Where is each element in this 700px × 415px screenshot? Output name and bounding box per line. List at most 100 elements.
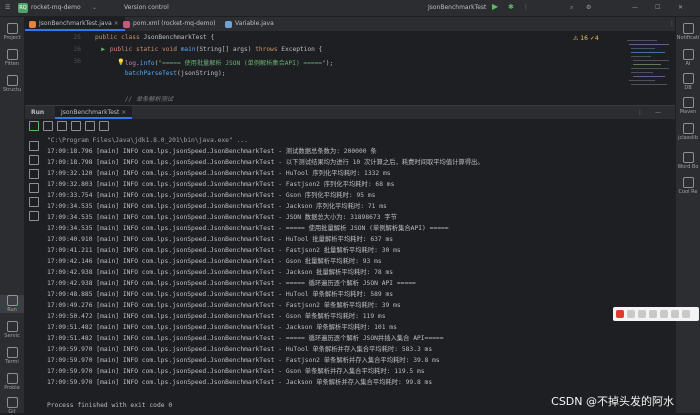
tool-window-run[interactable]: Run — [0, 295, 24, 313]
debug-icon[interactable]: ✱ — [508, 3, 514, 11]
tab-variable-java[interactable]: Variable.java — [221, 17, 280, 31]
log-line: 17:09:59.970 [main] INFO com.lps.jsonSpe… — [47, 346, 433, 353]
log-line: 17:09:50.472 [main] INFO com.lps.jsonSpe… — [47, 313, 386, 320]
log-line: 17:09:18.798 [main] INFO com.lps.jsonSpe… — [47, 159, 484, 166]
ime-voice-icon[interactable] — [649, 310, 657, 318]
arrow-up-icon[interactable] — [29, 141, 39, 151]
structure-icon — [6, 75, 18, 86]
right-tool-strip: Notificati AI DB Maven jclasslib Word Bo… — [675, 17, 700, 413]
run-icon[interactable]: ▶ — [492, 2, 498, 11]
more-icon[interactable] — [99, 121, 109, 131]
left-tool-strip: Project Fitten Structu Run Servic Termi … — [0, 17, 25, 415]
log-line: 17:09:51.482 [main] INFO com.lps.jsonSpe… — [47, 335, 444, 342]
log-line: 17:09:51.482 [main] INFO com.lps.jsonSpe… — [47, 324, 397, 331]
pin-icon[interactable] — [85, 121, 95, 131]
ime-menu-icon[interactable] — [682, 310, 690, 318]
log-line: 17:09:33.754 [main] INFO com.lps.jsonSpe… — [47, 192, 376, 199]
tool-window-ai[interactable]: AI — [676, 49, 700, 67]
request-icon — [682, 177, 694, 188]
vcs-widget[interactable]: Version control — [124, 4, 169, 11]
run-panel-title: Run — [31, 109, 45, 116]
log-line: 17:09:34.535 [main] INFO com.lps.jsonSpe… — [47, 214, 397, 221]
services-icon — [6, 321, 18, 332]
scroll-to-end-icon[interactable] — [29, 183, 39, 193]
tool-window-jclasslib[interactable]: jclasslib — [676, 123, 700, 141]
gear-icon[interactable]: ⚙ — [586, 4, 591, 11]
chevron-down-icon: ⌄ — [92, 4, 98, 11]
arrow-down-icon[interactable] — [29, 155, 39, 165]
maven-icon — [682, 97, 694, 108]
log-line: 17:09:40.910 [main] INFO com.lps.jsonSpe… — [47, 236, 394, 243]
tool-window-maven[interactable]: Maven — [676, 97, 700, 115]
print-icon[interactable] — [29, 197, 39, 207]
code-line: log.info("===== 使用批量解析 JSON (单例解析集合API) … — [124, 60, 334, 67]
minimize-button[interactable]: — — [632, 4, 638, 11]
project-badge: RQ — [18, 3, 28, 13]
log-line: 17:09:59.970 [main] INFO com.lps.jsonSpe… — [47, 368, 425, 375]
ime-toolbar[interactable] — [613, 307, 699, 321]
log-line: 17:09:34.535 [main] INFO com.lps.jsonSpe… — [47, 225, 449, 232]
search-icon[interactable]: ⌕ — [570, 4, 573, 12]
tool-window-cool-request[interactable]: Cool Re — [676, 177, 700, 195]
ime-emoji-icon[interactable] — [638, 310, 646, 318]
line-number: 36 — [73, 58, 81, 65]
exit-icon[interactable] — [71, 121, 81, 131]
tool-window-git[interactable]: Git — [0, 397, 24, 415]
code-line: public class JsonBenchmarkTest { — [95, 34, 215, 41]
tool-window-word-book[interactable]: Word Bo — [676, 152, 700, 170]
log-line: 17:09:48.885 [main] INFO com.lps.jsonSpe… — [47, 291, 394, 298]
run-toolbar — [25, 119, 675, 131]
ime-skin-icon[interactable] — [671, 310, 679, 318]
tool-window-services[interactable]: Servic — [0, 321, 24, 339]
log-line: 17:09:49.276 [main] INFO com.lps.jsonSpe… — [47, 302, 401, 309]
console-side-toolbar — [25, 131, 41, 413]
tab-pom-xml[interactable]: pom.xml (rocket-mq-demo) — [119, 17, 222, 31]
minimize-panel-icon[interactable]: — — [655, 106, 661, 119]
code-minimap[interactable] — [625, 36, 673, 100]
run-config-selector[interactable]: JsonBenchmarkTest — [428, 4, 486, 11]
fitten-icon — [6, 49, 18, 60]
tab-run-jsonbenchmarktest[interactable]: JsonBenchmarkTest × — [55, 106, 133, 119]
code-line: batchParseTest(jsonString); — [124, 70, 226, 77]
run-panel-header: Run JsonBenchmarkTest × ⋮ — — [25, 105, 675, 119]
soft-wrap-icon[interactable] — [29, 169, 39, 179]
ime-keyboard-icon[interactable] — [660, 310, 668, 318]
tool-window-project[interactable]: Project — [0, 23, 24, 41]
inspections-widget[interactable]: ⚠ 16 ✓4 — [573, 35, 599, 42]
more-actions-icon[interactable]: ⋮ — [523, 4, 529, 11]
rerun-icon[interactable] — [29, 121, 39, 131]
git-icon — [6, 397, 18, 408]
more-options-icon[interactable]: ⋮ — [637, 106, 643, 119]
console-output[interactable]: "C:\Program Files\Java\jdk1.8.0_201\bin\… — [45, 131, 673, 413]
tool-window-problems[interactable]: Proble — [0, 373, 24, 391]
project-name[interactable]: rocket-mq-demo — [31, 4, 81, 11]
trash-icon[interactable] — [29, 211, 39, 221]
code-line: // 单条解析测试 — [95, 96, 174, 103]
stop-icon[interactable] — [43, 121, 53, 131]
camera-icon[interactable] — [57, 121, 67, 131]
main-menu-icon[interactable]: ☰ — [5, 4, 10, 11]
jclasslib-icon — [682, 123, 694, 134]
code-editor[interactable]: 25 public class JsonBenchmarkTest { 26 ▶… — [25, 32, 675, 104]
java-interface-icon — [225, 21, 232, 28]
log-line: 17:09:59.970 [main] INFO com.lps.jsonSpe… — [47, 379, 433, 386]
maximize-button[interactable]: ☐ — [655, 4, 660, 11]
run-icon — [6, 295, 18, 306]
lightbulb-icon[interactable]: 💡 — [105, 58, 125, 66]
bell-icon — [682, 23, 694, 34]
tool-window-terminal[interactable]: Termi — [0, 347, 24, 365]
java-class-icon — [29, 21, 36, 28]
tab-jsonbenchmarktest[interactable]: JsonBenchmarkTest.java × — [25, 17, 125, 31]
tool-window-fitten[interactable]: Fitten — [0, 49, 24, 67]
database-icon — [682, 73, 694, 84]
ime-mode-icon[interactable] — [627, 310, 635, 318]
watermark: CSDN @不掉头发的阿水 — [551, 395, 674, 408]
tab-overflow-icon[interactable]: ⋮ — [655, 17, 681, 31]
log-line: 17:09:42.146 [main] INFO com.lps.jsonSpe… — [47, 258, 382, 265]
tool-window-database[interactable]: DB — [676, 73, 700, 91]
tool-window-structure[interactable]: Structu — [0, 75, 24, 93]
close-icon[interactable]: × — [121, 109, 126, 116]
line-number: 25 — [73, 34, 81, 41]
close-button[interactable]: ✕ — [678, 4, 683, 11]
console-command: "C:\Program Files\Java\jdk1.8.0_201\bin\… — [47, 137, 248, 144]
